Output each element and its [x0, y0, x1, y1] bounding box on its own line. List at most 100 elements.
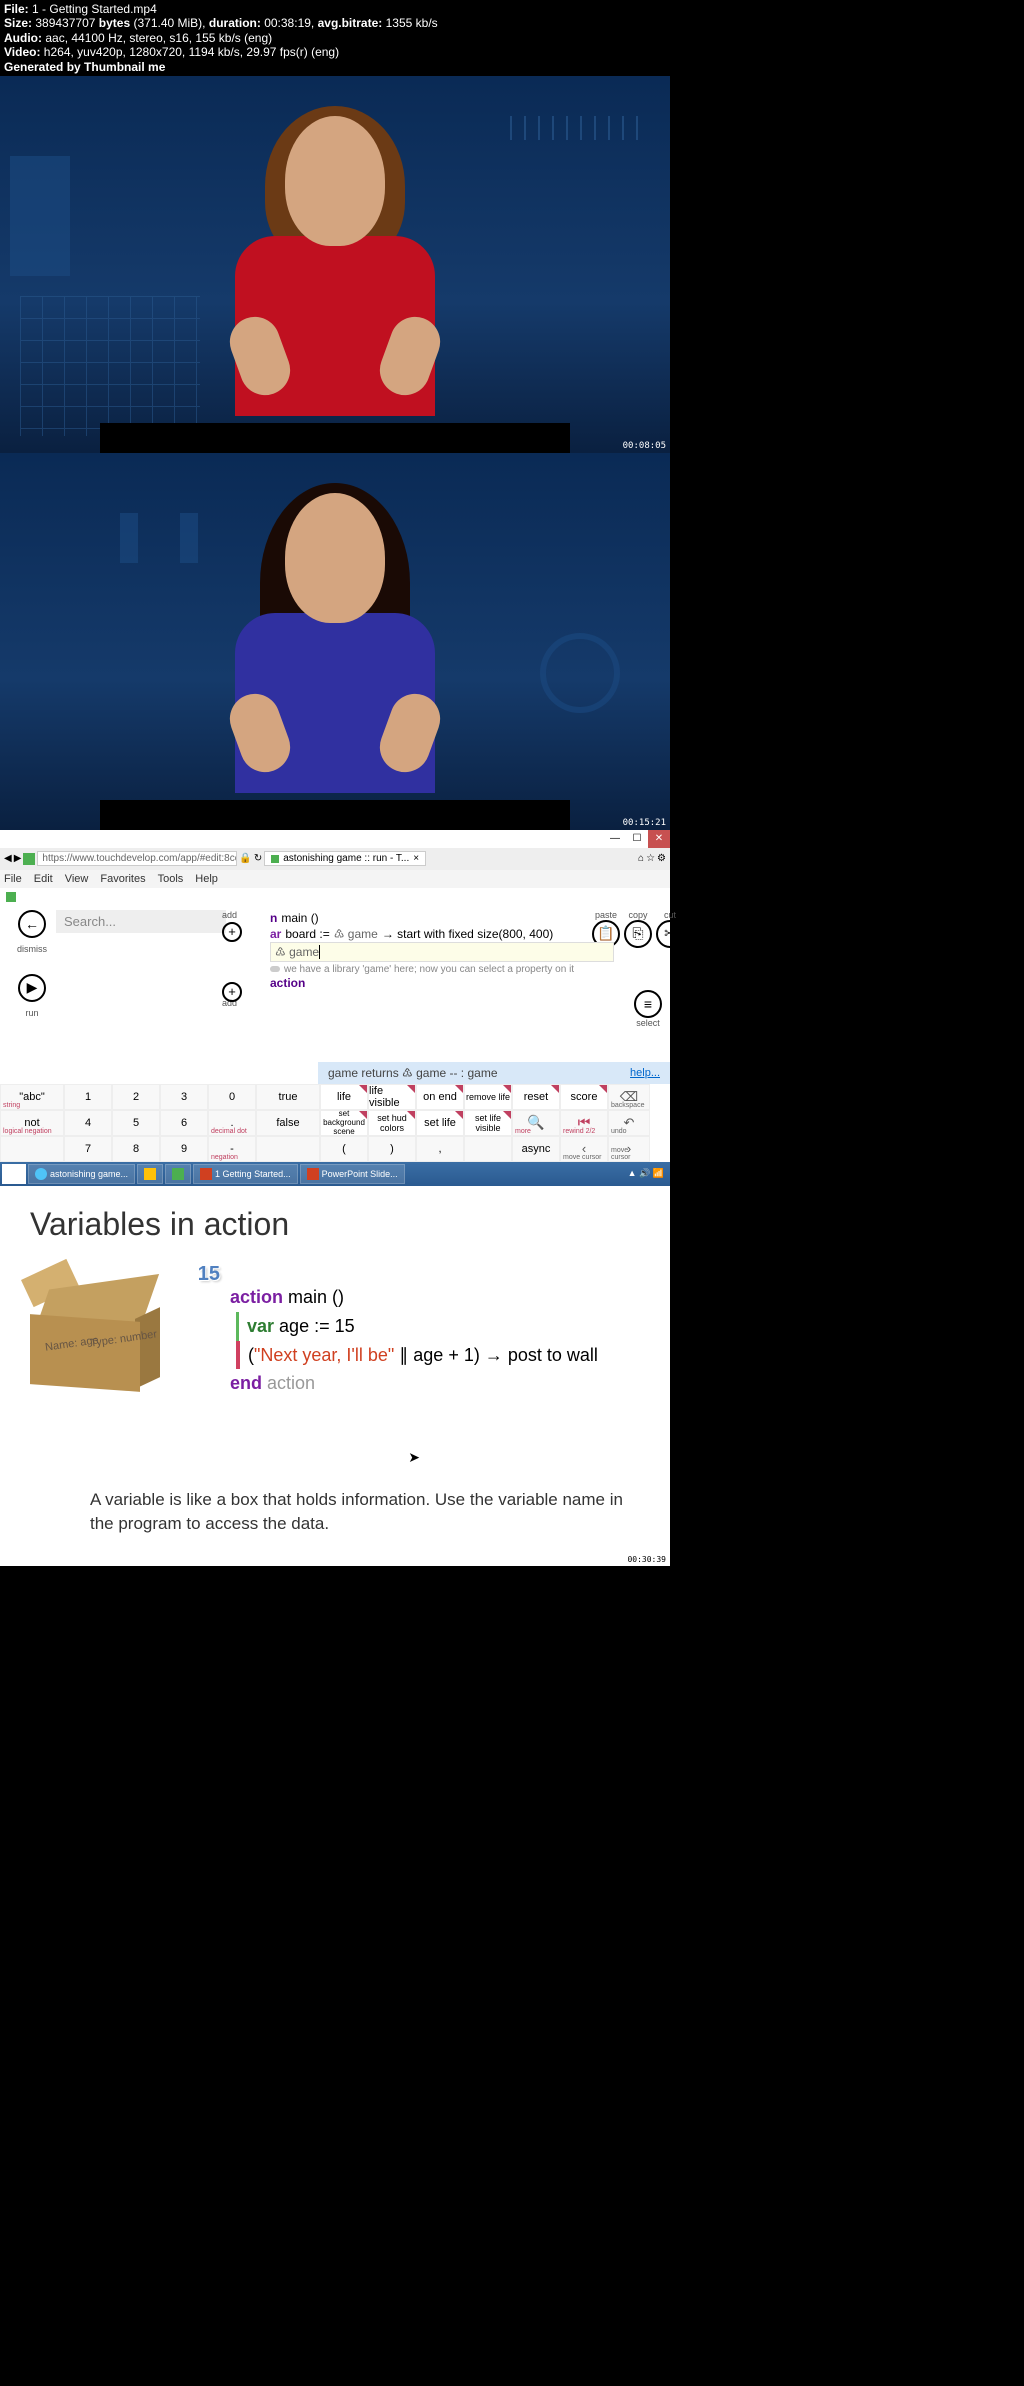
key-6[interactable]: 6 — [160, 1110, 208, 1136]
hint-text: we have a library 'game' here; now you c… — [270, 962, 614, 975]
key-backspace[interactable]: ⌫backspace — [608, 1084, 650, 1110]
key-0[interactable]: 0 — [208, 1084, 256, 1110]
app-icon — [6, 892, 16, 902]
timestamp: 00:08:05 — [623, 441, 666, 451]
key-set-life[interactable]: set life — [416, 1110, 464, 1136]
add-line-button[interactable]: + — [222, 982, 242, 1002]
timestamp: 00:30:39 — [627, 1555, 666, 1564]
taskbar-item[interactable]: astonishing game... — [28, 1164, 135, 1184]
address-bar[interactable]: https://www.touchdevelop.com/app/#edit:8… — [37, 851, 237, 866]
site-icon — [23, 853, 35, 865]
key-string[interactable]: "abc"string — [0, 1084, 64, 1110]
key-set-bg-scene[interactable]: set background scene — [320, 1110, 368, 1136]
key-not[interactable]: notlogical negation — [0, 1110, 64, 1136]
cardboard-box-icon: Name: age Type: number — [30, 1283, 160, 1393]
key-more[interactable]: 🔍more — [512, 1110, 560, 1136]
key-5[interactable]: 5 — [112, 1110, 160, 1136]
key-cursor-left[interactable]: ‹move cursor — [560, 1136, 608, 1162]
address-bar-row: ◀ ▶ https://www.touchdevelop.com/app/#ed… — [0, 848, 670, 870]
run-label: run — [25, 1008, 38, 1018]
key-set-hud-colors[interactable]: set hud colors — [368, 1110, 416, 1136]
code-cursor-line[interactable]: ♳ game — [270, 942, 614, 962]
key-on-end[interactable]: on end — [416, 1084, 464, 1110]
key-cursor-right[interactable]: ›move cursor — [608, 1136, 650, 1162]
key-7[interactable]: 7 — [64, 1136, 112, 1162]
key-comma[interactable]: , — [416, 1136, 464, 1162]
search-input[interactable]: Search... — [56, 910, 226, 933]
cut-button[interactable]: ✂ — [656, 920, 684, 948]
cursor-icon: ➤ — [408, 1449, 420, 1466]
key-2[interactable]: 2 — [112, 1084, 160, 1110]
menu-view[interactable]: View — [65, 873, 89, 885]
minimize-button[interactable]: — — [604, 830, 626, 848]
key-rparen[interactable]: ) — [368, 1136, 416, 1162]
key-undo[interactable]: ↶undo — [608, 1110, 650, 1136]
browser-tab[interactable]: astonishing game :: run - T... × — [264, 851, 426, 866]
key-1[interactable]: 1 — [64, 1084, 112, 1110]
window-titlebar: — ☐ ✕ — [0, 830, 670, 848]
key-life-visible[interactable]: life visible — [368, 1084, 416, 1110]
maximize-button[interactable]: ☐ — [626, 830, 648, 848]
settings-icon[interactable]: ⚙ — [657, 853, 666, 864]
thumbnail-metadata: File: 1 - Getting Started.mp4 Size: 3894… — [0, 0, 1024, 76]
dismiss-label: dismiss — [17, 944, 47, 954]
add-line-button[interactable]: + — [222, 922, 242, 942]
taskbar-item[interactable]: 1 Getting Started... — [193, 1164, 298, 1184]
menu-help[interactable]: Help — [195, 873, 218, 885]
slide-variables: Variables in action 15 Name: age Type: n… — [0, 1186, 670, 1566]
key-score[interactable]: score — [560, 1084, 608, 1110]
run-button[interactable]: ▶ — [18, 974, 46, 1002]
lock-icon: 🔒 — [239, 853, 251, 864]
key-remove-life[interactable]: remove life — [464, 1084, 512, 1110]
key-4[interactable]: 4 — [64, 1110, 112, 1136]
timestamp: 00:15:21 — [623, 818, 666, 828]
key-empty — [464, 1136, 512, 1162]
menu-edit[interactable]: Edit — [34, 873, 53, 885]
key-rewind[interactable]: ⏮rewind 2/2 — [560, 1110, 608, 1136]
key-reset[interactable]: reset — [512, 1084, 560, 1110]
key-minus[interactable]: -negation — [208, 1136, 256, 1162]
forward-icon[interactable]: ▶ — [14, 853, 22, 864]
code-sample: action main () var age := 15 ("Next year… — [230, 1283, 598, 1398]
refresh-icon[interactable]: ↻ — [254, 853, 262, 864]
back-icon[interactable]: ◀ — [4, 853, 12, 864]
key-empty — [256, 1136, 320, 1162]
start-button[interactable]: ⊞ — [2, 1164, 26, 1184]
help-link[interactable]: help... — [630, 1067, 660, 1079]
select-button[interactable]: ≡ — [634, 990, 662, 1018]
tab-close-icon[interactable]: × — [413, 853, 419, 864]
taskbar: ⊞ astonishing game... 1 Getting Started.… — [0, 1162, 670, 1186]
favorites-icon[interactable]: ☆ — [646, 853, 655, 864]
back-button[interactable]: ← — [18, 910, 46, 938]
key-set-life-visible[interactable]: set life visible — [464, 1110, 512, 1136]
ide-window: — ☐ ✕ ◀ ▶ https://www.touchdevelop.com/a… — [0, 830, 670, 1186]
returns-bar: game returns ♳ game -- : game help... — [318, 1062, 670, 1084]
taskbar-item[interactable]: PowerPoint Slide... — [300, 1164, 405, 1184]
close-button[interactable]: ✕ — [648, 830, 670, 848]
menu-file[interactable]: File — [4, 873, 22, 885]
key-lparen[interactable]: ( — [320, 1136, 368, 1162]
menu-bar: File Edit View Favorites Tools Help — [0, 870, 670, 888]
key-3[interactable]: 3 — [160, 1084, 208, 1110]
taskbar-item[interactable] — [165, 1164, 191, 1184]
key-false[interactable]: false — [256, 1110, 320, 1136]
keypad: "abc"string 1 2 3 0 true life life visib… — [0, 1084, 670, 1162]
slide-caption: A variable is like a box that holds info… — [90, 1488, 640, 1536]
home-icon[interactable]: ⌂ — [638, 853, 644, 864]
menu-favorites[interactable]: Favorites — [100, 873, 145, 885]
key-life[interactable]: life — [320, 1084, 368, 1110]
number-15: 15 — [198, 1263, 220, 1286]
key-empty — [0, 1136, 64, 1162]
key-true[interactable]: true — [256, 1084, 320, 1110]
key-8[interactable]: 8 — [112, 1136, 160, 1162]
menu-tools[interactable]: Tools — [158, 873, 184, 885]
system-tray: ▲ 🔊 📶 — [628, 1168, 668, 1179]
video-frame-2: 00:15:21 — [0, 453, 670, 830]
key-dot[interactable]: .decimal dot — [208, 1110, 256, 1136]
key-async[interactable]: async — [512, 1136, 560, 1162]
taskbar-item[interactable] — [137, 1164, 163, 1184]
slide-title: Variables in action — [30, 1206, 640, 1243]
copy-button[interactable]: ⎘ — [624, 920, 652, 948]
video-frame-1: 00:08:05 — [0, 76, 670, 453]
key-9[interactable]: 9 — [160, 1136, 208, 1162]
